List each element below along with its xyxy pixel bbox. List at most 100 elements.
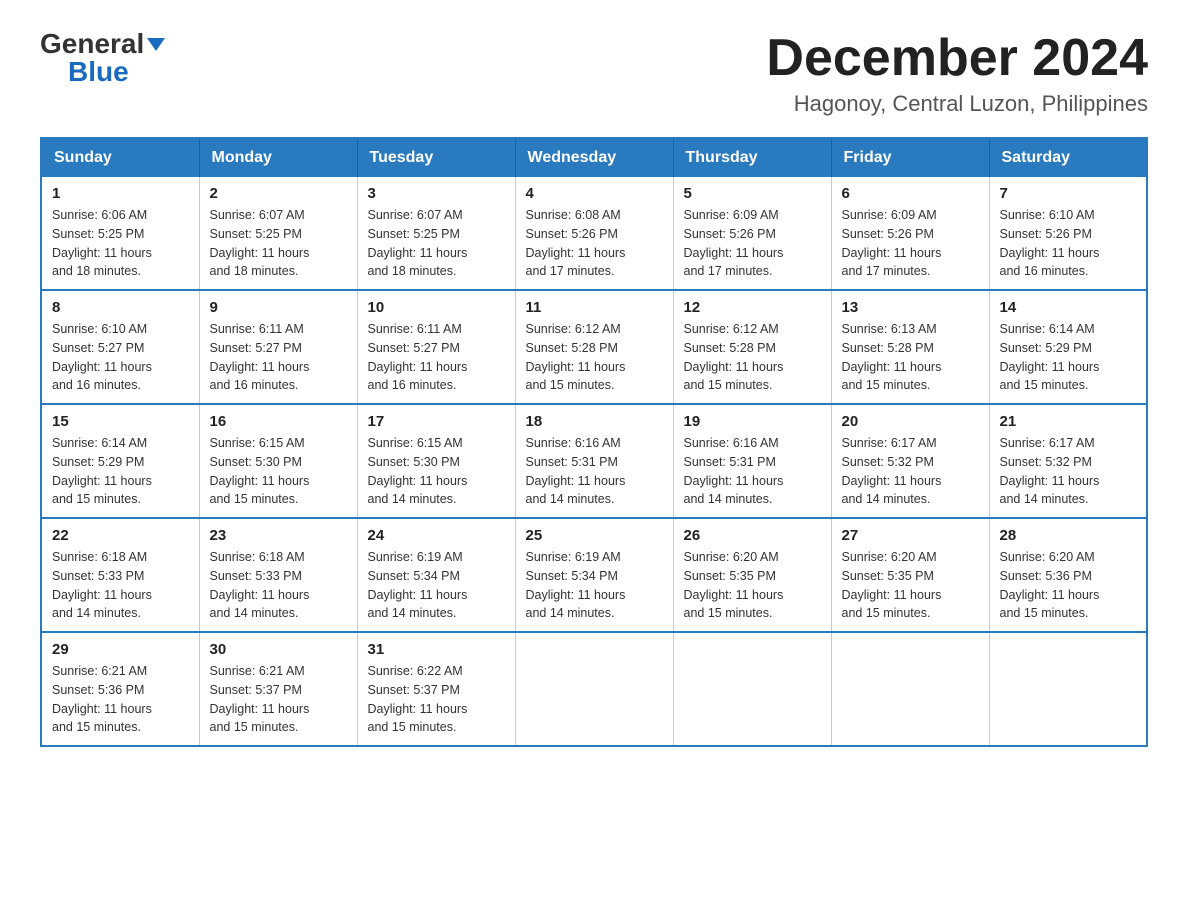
day-number: 17 bbox=[368, 413, 505, 430]
header-wednesday: Wednesday bbox=[515, 138, 673, 177]
day-number: 9 bbox=[210, 299, 347, 316]
logo-general-line: General bbox=[40, 30, 165, 58]
day-cell: 3 Sunrise: 6:07 AM Sunset: 5:25 PM Dayli… bbox=[357, 177, 515, 290]
day-info: Sunrise: 6:18 AM Sunset: 5:33 PM Dayligh… bbox=[52, 548, 189, 623]
calendar-table: SundayMondayTuesdayWednesdayThursdayFrid… bbox=[40, 137, 1148, 747]
day-cell: 16 Sunrise: 6:15 AM Sunset: 5:30 PM Dayl… bbox=[199, 404, 357, 518]
day-number: 8 bbox=[52, 299, 189, 316]
day-number: 26 bbox=[684, 527, 821, 544]
logo-blue-line: Blue bbox=[40, 58, 129, 86]
day-info: Sunrise: 6:11 AM Sunset: 5:27 PM Dayligh… bbox=[368, 320, 505, 395]
day-info: Sunrise: 6:17 AM Sunset: 5:32 PM Dayligh… bbox=[1000, 434, 1137, 509]
day-number: 20 bbox=[842, 413, 979, 430]
day-cell: 8 Sunrise: 6:10 AM Sunset: 5:27 PM Dayli… bbox=[41, 290, 199, 404]
day-cell: 22 Sunrise: 6:18 AM Sunset: 5:33 PM Dayl… bbox=[41, 518, 199, 632]
day-info: Sunrise: 6:10 AM Sunset: 5:27 PM Dayligh… bbox=[52, 320, 189, 395]
day-info: Sunrise: 6:21 AM Sunset: 5:36 PM Dayligh… bbox=[52, 662, 189, 737]
day-cell: 1 Sunrise: 6:06 AM Sunset: 5:25 PM Dayli… bbox=[41, 177, 199, 290]
day-info: Sunrise: 6:12 AM Sunset: 5:28 PM Dayligh… bbox=[684, 320, 821, 395]
day-cell bbox=[831, 632, 989, 746]
day-cell: 10 Sunrise: 6:11 AM Sunset: 5:27 PM Dayl… bbox=[357, 290, 515, 404]
day-info: Sunrise: 6:22 AM Sunset: 5:37 PM Dayligh… bbox=[368, 662, 505, 737]
day-number: 29 bbox=[52, 641, 189, 658]
week-row-1: 1 Sunrise: 6:06 AM Sunset: 5:25 PM Dayli… bbox=[41, 177, 1147, 290]
day-cell: 13 Sunrise: 6:13 AM Sunset: 5:28 PM Dayl… bbox=[831, 290, 989, 404]
header-thursday: Thursday bbox=[673, 138, 831, 177]
week-row-3: 15 Sunrise: 6:14 AM Sunset: 5:29 PM Dayl… bbox=[41, 404, 1147, 518]
day-cell bbox=[515, 632, 673, 746]
day-number: 21 bbox=[1000, 413, 1137, 430]
week-row-2: 8 Sunrise: 6:10 AM Sunset: 5:27 PM Dayli… bbox=[41, 290, 1147, 404]
day-cell bbox=[673, 632, 831, 746]
day-cell: 12 Sunrise: 6:12 AM Sunset: 5:28 PM Dayl… bbox=[673, 290, 831, 404]
day-cell: 28 Sunrise: 6:20 AM Sunset: 5:36 PM Dayl… bbox=[989, 518, 1147, 632]
logo-general-text: General bbox=[40, 28, 165, 59]
day-number: 6 bbox=[842, 185, 979, 202]
day-number: 22 bbox=[52, 527, 189, 544]
logo: General Blue bbox=[40, 30, 165, 86]
day-number: 2 bbox=[210, 185, 347, 202]
day-info: Sunrise: 6:15 AM Sunset: 5:30 PM Dayligh… bbox=[368, 434, 505, 509]
day-number: 1 bbox=[52, 185, 189, 202]
day-number: 18 bbox=[526, 413, 663, 430]
day-cell: 25 Sunrise: 6:19 AM Sunset: 5:34 PM Dayl… bbox=[515, 518, 673, 632]
day-number: 23 bbox=[210, 527, 347, 544]
day-cell: 18 Sunrise: 6:16 AM Sunset: 5:31 PM Dayl… bbox=[515, 404, 673, 518]
day-number: 28 bbox=[1000, 527, 1137, 544]
day-number: 3 bbox=[368, 185, 505, 202]
week-row-5: 29 Sunrise: 6:21 AM Sunset: 5:36 PM Dayl… bbox=[41, 632, 1147, 746]
day-number: 11 bbox=[526, 299, 663, 316]
header-tuesday: Tuesday bbox=[357, 138, 515, 177]
day-info: Sunrise: 6:12 AM Sunset: 5:28 PM Dayligh… bbox=[526, 320, 663, 395]
day-number: 15 bbox=[52, 413, 189, 430]
day-cell: 31 Sunrise: 6:22 AM Sunset: 5:37 PM Dayl… bbox=[357, 632, 515, 746]
day-cell: 15 Sunrise: 6:14 AM Sunset: 5:29 PM Dayl… bbox=[41, 404, 199, 518]
day-info: Sunrise: 6:14 AM Sunset: 5:29 PM Dayligh… bbox=[52, 434, 189, 509]
header-friday: Friday bbox=[831, 138, 989, 177]
day-number: 5 bbox=[684, 185, 821, 202]
day-number: 10 bbox=[368, 299, 505, 316]
day-info: Sunrise: 6:13 AM Sunset: 5:28 PM Dayligh… bbox=[842, 320, 979, 395]
day-info: Sunrise: 6:20 AM Sunset: 5:35 PM Dayligh… bbox=[842, 548, 979, 623]
day-number: 13 bbox=[842, 299, 979, 316]
day-number: 19 bbox=[684, 413, 821, 430]
day-cell: 9 Sunrise: 6:11 AM Sunset: 5:27 PM Dayli… bbox=[199, 290, 357, 404]
calendar-header-row: SundayMondayTuesdayWednesdayThursdayFrid… bbox=[41, 138, 1147, 177]
logo-triangle-icon bbox=[147, 38, 165, 51]
day-number: 14 bbox=[1000, 299, 1137, 316]
day-info: Sunrise: 6:19 AM Sunset: 5:34 PM Dayligh… bbox=[526, 548, 663, 623]
day-cell: 19 Sunrise: 6:16 AM Sunset: 5:31 PM Dayl… bbox=[673, 404, 831, 518]
day-cell: 4 Sunrise: 6:08 AM Sunset: 5:26 PM Dayli… bbox=[515, 177, 673, 290]
day-cell bbox=[989, 632, 1147, 746]
day-cell: 11 Sunrise: 6:12 AM Sunset: 5:28 PM Dayl… bbox=[515, 290, 673, 404]
day-number: 12 bbox=[684, 299, 821, 316]
day-info: Sunrise: 6:07 AM Sunset: 5:25 PM Dayligh… bbox=[368, 206, 505, 281]
logo-blue-text: Blue bbox=[68, 56, 129, 87]
day-cell: 14 Sunrise: 6:14 AM Sunset: 5:29 PM Dayl… bbox=[989, 290, 1147, 404]
location-text: Hagonoy, Central Luzon, Philippines bbox=[766, 91, 1148, 117]
day-cell: 21 Sunrise: 6:17 AM Sunset: 5:32 PM Dayl… bbox=[989, 404, 1147, 518]
day-info: Sunrise: 6:07 AM Sunset: 5:25 PM Dayligh… bbox=[210, 206, 347, 281]
day-cell: 24 Sunrise: 6:19 AM Sunset: 5:34 PM Dayl… bbox=[357, 518, 515, 632]
day-info: Sunrise: 6:17 AM Sunset: 5:32 PM Dayligh… bbox=[842, 434, 979, 509]
header-monday: Monday bbox=[199, 138, 357, 177]
day-info: Sunrise: 6:15 AM Sunset: 5:30 PM Dayligh… bbox=[210, 434, 347, 509]
title-section: December 2024 Hagonoy, Central Luzon, Ph… bbox=[766, 30, 1148, 117]
day-cell: 7 Sunrise: 6:10 AM Sunset: 5:26 PM Dayli… bbox=[989, 177, 1147, 290]
day-number: 30 bbox=[210, 641, 347, 658]
header-saturday: Saturday bbox=[989, 138, 1147, 177]
day-cell: 20 Sunrise: 6:17 AM Sunset: 5:32 PM Dayl… bbox=[831, 404, 989, 518]
week-row-4: 22 Sunrise: 6:18 AM Sunset: 5:33 PM Dayl… bbox=[41, 518, 1147, 632]
day-info: Sunrise: 6:11 AM Sunset: 5:27 PM Dayligh… bbox=[210, 320, 347, 395]
day-number: 7 bbox=[1000, 185, 1137, 202]
day-info: Sunrise: 6:08 AM Sunset: 5:26 PM Dayligh… bbox=[526, 206, 663, 281]
day-info: Sunrise: 6:19 AM Sunset: 5:34 PM Dayligh… bbox=[368, 548, 505, 623]
day-number: 24 bbox=[368, 527, 505, 544]
day-info: Sunrise: 6:18 AM Sunset: 5:33 PM Dayligh… bbox=[210, 548, 347, 623]
month-title: December 2024 bbox=[766, 30, 1148, 87]
day-cell: 2 Sunrise: 6:07 AM Sunset: 5:25 PM Dayli… bbox=[199, 177, 357, 290]
page-header: General Blue December 2024 Hagonoy, Cent… bbox=[40, 30, 1148, 117]
day-cell: 30 Sunrise: 6:21 AM Sunset: 5:37 PM Dayl… bbox=[199, 632, 357, 746]
day-info: Sunrise: 6:06 AM Sunset: 5:25 PM Dayligh… bbox=[52, 206, 189, 281]
day-number: 25 bbox=[526, 527, 663, 544]
